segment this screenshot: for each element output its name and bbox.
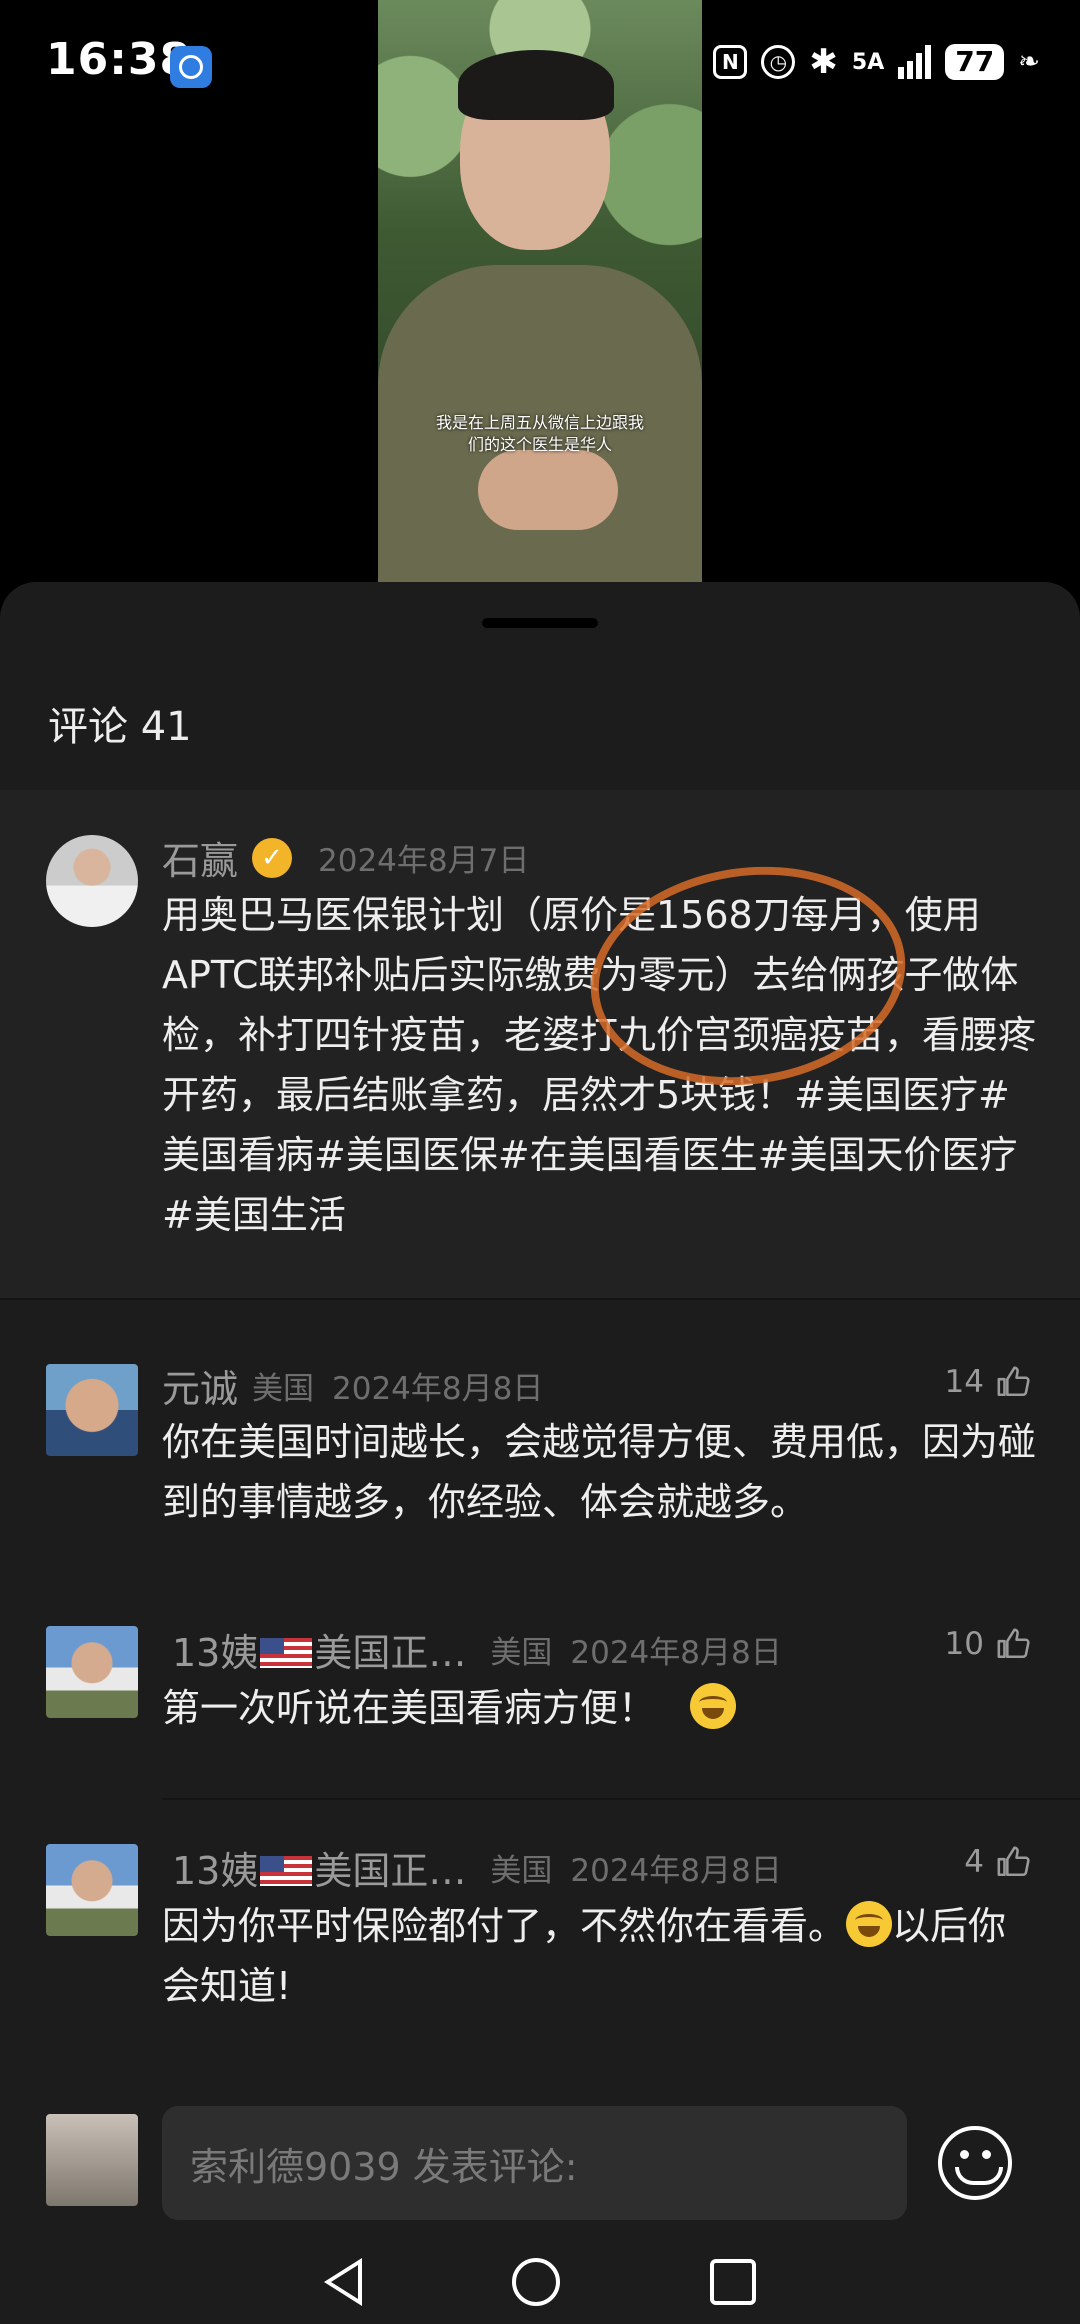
laughing-crying-emoji-icon bbox=[690, 1683, 737, 1729]
comment-date: 2024年8月8日 bbox=[570, 1635, 782, 1671]
comment-date: 2024年8月8日 bbox=[332, 1371, 544, 1407]
back-icon[interactable] bbox=[324, 2258, 362, 2306]
video-subtitle-line-2: 们的这个医生是华人 bbox=[467, 435, 612, 454]
comment-text: 用奥巴马医保银计划（原价是1568刀每月，使用APTC联邦补贴后实际缴费为零元）… bbox=[162, 893, 1037, 1237]
comment-item[interactable]: 13姨 美国正… 美国 2024年8月8日 4 因为你平时保险都付了，不然你在看看… bbox=[0, 1802, 1080, 2062]
comment-location: 美国 bbox=[252, 1371, 315, 1407]
nfc-icon: N bbox=[713, 45, 748, 79]
like-count: 14 bbox=[944, 1364, 984, 1400]
home-icon[interactable] bbox=[512, 2258, 560, 2306]
comment-date: 2024年8月7日 bbox=[318, 843, 530, 879]
recent-apps-icon[interactable] bbox=[710, 2259, 756, 2305]
divider bbox=[162, 1798, 1080, 1800]
avatar[interactable] bbox=[46, 1626, 138, 1718]
thumbs-up-icon bbox=[997, 1628, 1030, 1659]
comment-header: 13姨 美国正… 美国 2024年8月8日 bbox=[172, 1622, 782, 1677]
emoji-picker-icon[interactable] bbox=[938, 2126, 1012, 2200]
alarm-icon: ◷ bbox=[761, 45, 796, 79]
video-subtitle: 我是在上周五从微信上边跟我 们的这个医生是华人 bbox=[398, 412, 682, 456]
verified-badge-icon: ✓ bbox=[252, 837, 293, 878]
comment-input[interactable]: 索利德9039 发表评论: bbox=[162, 2106, 907, 2220]
status-icons: N ◷ ✱ 5A 77 ❧ bbox=[713, 42, 1040, 82]
video-person-hands bbox=[478, 450, 618, 530]
thumbs-up-icon bbox=[997, 1846, 1030, 1877]
video-subtitle-line-1: 我是在上周五从微信上边跟我 bbox=[435, 413, 644, 432]
comment-text: 因为你平时保险都付了，不然你在看看。 以后你会知道! bbox=[162, 1896, 1042, 2016]
comment-location: 美国 bbox=[490, 1853, 553, 1889]
comment-item[interactable]: 13姨 美国正… 美国 2024年8月8日 10 第一次听说在美国看病方便！ bbox=[0, 1582, 1080, 1792]
avatar[interactable] bbox=[46, 1364, 138, 1456]
bluetooth-icon: ✱ bbox=[809, 42, 838, 82]
comment-author[interactable]: 石赢 bbox=[162, 830, 238, 885]
battery-saver-icon: ❧ bbox=[1018, 47, 1040, 77]
us-flag-icon bbox=[260, 1856, 313, 1886]
comment-date: 2024年8月8日 bbox=[570, 1853, 782, 1889]
signal-icon bbox=[898, 45, 932, 79]
comment-author[interactable]: 元诚 bbox=[162, 1358, 238, 1413]
comment-text-part-1: 因为你平时保险都付了，不然你在看看。 bbox=[162, 1904, 847, 1948]
current-user-avatar[interactable] bbox=[46, 2114, 138, 2206]
comment-author[interactable]: 13姨 美国正… bbox=[172, 1622, 466, 1677]
comment-author[interactable]: 13姨 美国正… bbox=[172, 1840, 466, 1895]
battery-level: 77 bbox=[945, 44, 1005, 80]
avatar[interactable] bbox=[46, 835, 138, 927]
comment-count-title: 评论 41 bbox=[48, 704, 192, 750]
us-flag-icon bbox=[260, 1638, 313, 1668]
avatar[interactable] bbox=[46, 1844, 138, 1936]
like-count: 4 bbox=[964, 1844, 984, 1880]
like-button[interactable]: 14 bbox=[945, 1364, 1030, 1400]
comment-author-suffix: 美国正… bbox=[314, 1849, 467, 1893]
comment-text: 你在美国时间越长，会越觉得方便、费用低，因为碰到的事情越多，你经验、体会就越多。 bbox=[162, 1420, 1037, 1524]
thumbs-up-icon bbox=[997, 1366, 1030, 1397]
comment-item[interactable]: 石赢 ✓ 2024年8月7日 用奥巴马医保银计划（原价是1568刀每月，使用AP… bbox=[0, 790, 1080, 1298]
comment-item[interactable]: 元诚 美国 2024年8月8日 14 你在美国时间越长，会越觉得方便、费用低，因… bbox=[0, 1300, 1080, 1570]
comment-text: 第一次听说在美国看病方便！ bbox=[162, 1678, 1042, 1738]
comment-text-body: 第一次听说在美国看病方便！ bbox=[162, 1686, 657, 1730]
comment-sheet: 评论 41 石赢 ✓ 2024年8月7日 用奥巴马医保银计划（原价是1568刀每… bbox=[0, 582, 1080, 2324]
laughing-crying-emoji-icon bbox=[846, 1901, 893, 1947]
status-bar: 16:38 N ◷ ✱ 5A 77 ❧ bbox=[0, 0, 1080, 130]
like-count: 10 bbox=[944, 1626, 984, 1662]
comment-header: 元诚 美国 2024年8月8日 bbox=[162, 1358, 543, 1413]
sheet-drag-handle[interactable] bbox=[482, 618, 598, 628]
comment-author-suffix: 美国正… bbox=[314, 1631, 467, 1675]
system-nav-bar bbox=[0, 2240, 1080, 2324]
comment-header: 13姨 美国正… 美国 2024年8月8日 bbox=[172, 1840, 782, 1895]
comment-author-prefix: 13姨 bbox=[172, 1631, 259, 1675]
comment-header: 石赢 ✓ 2024年8月7日 bbox=[162, 830, 529, 885]
comment-location: 美国 bbox=[490, 1635, 553, 1671]
like-button[interactable]: 4 bbox=[964, 1844, 1030, 1880]
comment-author-prefix: 13姨 bbox=[172, 1849, 259, 1893]
globe-app-icon bbox=[170, 46, 212, 88]
like-button[interactable]: 10 bbox=[945, 1626, 1030, 1662]
network-label: 5A bbox=[851, 49, 885, 75]
